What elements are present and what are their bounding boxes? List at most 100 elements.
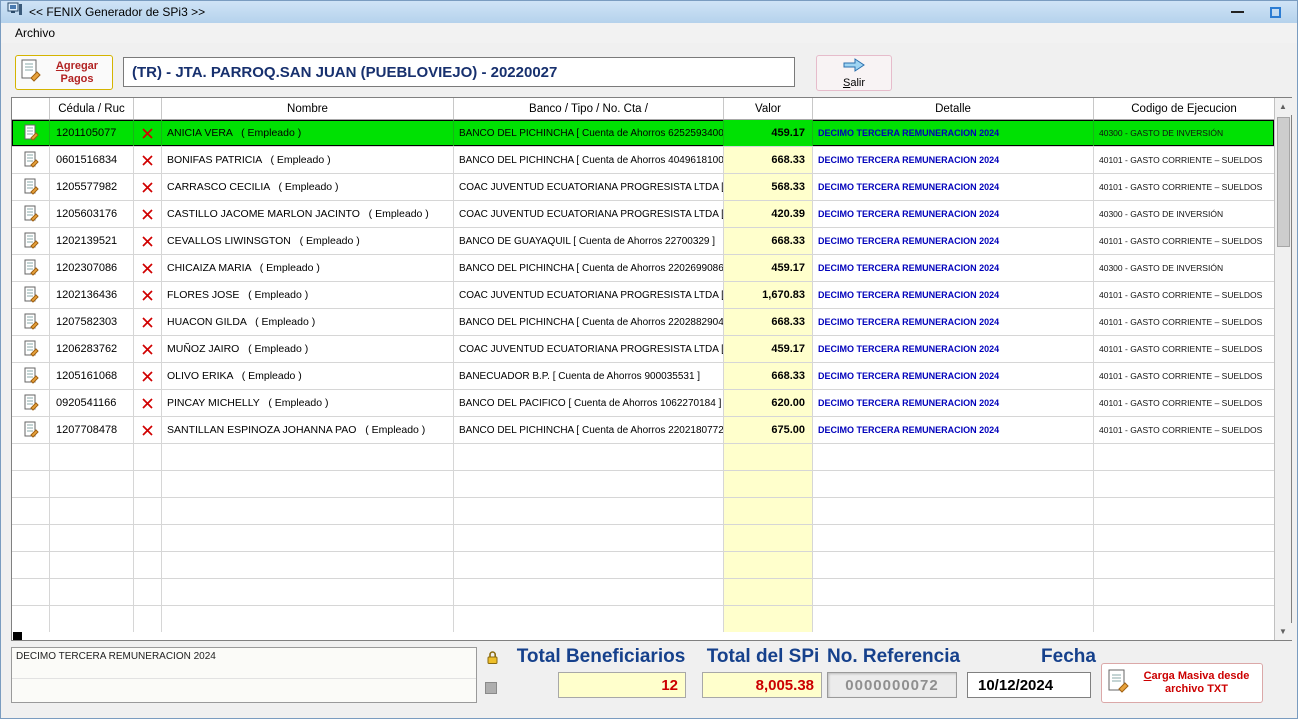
titlebar: << FENIX Generador de SPi3 >>: [1, 1, 1297, 23]
carga-masiva-label: Carga Masiva desde archivo TXT: [1136, 670, 1257, 696]
banco-cell: COAC JUVENTUD ECUATORIANA PROGRESISTA LT…: [454, 201, 724, 227]
delete-row-button[interactable]: [134, 336, 162, 362]
detalle-cell: DECIMO TERCERA REMUNERACION 2024: [813, 228, 1094, 254]
no-referencia-field[interactable]: 0000000072: [827, 672, 957, 698]
delete-row-button[interactable]: [134, 120, 162, 146]
detalle-cell: DECIMO TERCERA REMUNERACION 2024: [813, 417, 1094, 443]
entity-name-field[interactable]: (TR) - JTA. PARROQ.SAN JUAN (PUEBLOVIEJO…: [123, 57, 795, 87]
scrollbar-thumb[interactable]: [1277, 117, 1290, 247]
detalle-notes-box[interactable]: DECIMO TERCERA REMUNERACION 2024: [11, 647, 477, 703]
edit-row-button[interactable]: [12, 255, 50, 281]
delete-row-button[interactable]: [134, 282, 162, 308]
detalle-cell: DECIMO TERCERA REMUNERACION 2024: [813, 201, 1094, 227]
scroll-up-icon[interactable]: ▲: [1275, 98, 1292, 115]
nombre-cell: FLORES JOSE ( Empleado ): [162, 282, 454, 308]
add-payment-icon: [20, 58, 42, 87]
edit-row-button[interactable]: [12, 147, 50, 173]
delete-row-button[interactable]: [134, 255, 162, 281]
edit-row-button[interactable]: [12, 228, 50, 254]
nombre-cell: CASTILLO JACOME MARLON JACINTO ( Emplead…: [162, 201, 454, 227]
delete-row-button[interactable]: [134, 309, 162, 335]
no-referencia-label: No. Referencia: [827, 646, 959, 668]
nombre-cell: CHICAIZA MARIA ( Empleado ): [162, 255, 454, 281]
scroll-down-icon[interactable]: ▼: [1275, 623, 1292, 640]
edit-row-button[interactable]: [12, 309, 50, 335]
cedula-cell: 1207708478: [50, 417, 134, 443]
cedula-cell: 1202136436: [50, 282, 134, 308]
table-row[interactable]: 1202136436 FLORES JOSE ( Empleado ) COAC…: [12, 282, 1274, 309]
vertical-scrollbar[interactable]: ▲ ▼: [1274, 98, 1291, 640]
edit-row-button[interactable]: [12, 390, 50, 416]
nombre-cell: HUACON GILDA ( Empleado ): [162, 309, 454, 335]
banco-cell: BANCO DEL PICHINCHA [ Cuenta de Ahorros …: [454, 255, 724, 281]
table-row[interactable]: 1205603176 CASTILLO JACOME MARLON JACINT…: [12, 201, 1274, 228]
valor-cell: 668.33: [724, 309, 813, 335]
minimize-button[interactable]: [1231, 11, 1244, 13]
empty-table-row: [12, 606, 1274, 633]
total-beneficiarios-label: Total Beneficiarios: [511, 646, 691, 668]
table-row[interactable]: 1202307086 CHICAIZA MARIA ( Empleado ) B…: [12, 255, 1274, 282]
cedula-cell: 1205161068: [50, 363, 134, 389]
nombre-cell: SANTILLAN ESPINOZA JOHANNA PAO ( Emplead…: [162, 417, 454, 443]
banco-cell: COAC JUVENTUD ECUATORIANA PROGRESISTA LT…: [454, 174, 724, 200]
delete-row-button[interactable]: [134, 147, 162, 173]
table-row[interactable]: 1206283762 MUÑOZ JAIRO ( Empleado ) COAC…: [12, 336, 1274, 363]
edit-row-button[interactable]: [12, 363, 50, 389]
delete-row-button[interactable]: [134, 201, 162, 227]
lock-icon[interactable]: [484, 649, 500, 665]
delete-row-button[interactable]: [134, 390, 162, 416]
table-row[interactable]: 1207582303 HUACON GILDA ( Empleado ) BAN…: [12, 309, 1274, 336]
fecha-field[interactable]: 10/12/2024: [967, 672, 1091, 698]
table-row[interactable]: 1205577982 CARRASCO CECILIA ( Empleado )…: [12, 174, 1274, 201]
header-codigo: Codigo de Ejecucion: [1094, 98, 1274, 119]
total-spi-value: 8,005.38: [702, 672, 822, 698]
banco-cell: BANCO DE GUAYAQUIL [ Cuenta de Ahorros 2…: [454, 228, 724, 254]
table-row[interactable]: 0920541166 PINCAY MICHELLY ( Empleado ) …: [12, 390, 1274, 417]
detalle-cell: DECIMO TERCERA REMUNERACION 2024: [813, 282, 1094, 308]
detalle-notes-text: DECIMO TERCERA REMUNERACION 2024: [16, 651, 216, 662]
status-square: [485, 682, 497, 694]
delete-row-button[interactable]: [134, 363, 162, 389]
valor-cell: 1,670.83: [724, 282, 813, 308]
cedula-cell: 1206283762: [50, 336, 134, 362]
codigo-cell: 40300 - GASTO DE INVERSIÓN: [1094, 201, 1274, 227]
toolbar: Agregar Pagos (TR) - JTA. PARROQ.SAN JUA…: [1, 43, 1297, 97]
maximize-button[interactable]: [1270, 7, 1281, 18]
edit-row-button[interactable]: [12, 201, 50, 227]
delete-row-button[interactable]: [134, 417, 162, 443]
table-row[interactable]: 1207708478 SANTILLAN ESPINOZA JOHANNA PA…: [12, 417, 1274, 444]
detalle-cell: DECIMO TERCERA REMUNERACION 2024: [813, 255, 1094, 281]
empty-table-row: [12, 579, 1274, 606]
nombre-cell: OLIVO ERIKA ( Empleado ): [162, 363, 454, 389]
horizontal-scroll-mark: [13, 632, 22, 640]
codigo-cell: 40101 - GASTO CORRIENTE – SUELDOS: [1094, 417, 1274, 443]
edit-row-button[interactable]: [12, 336, 50, 362]
detalle-cell: DECIMO TERCERA REMUNERACION 2024: [813, 336, 1094, 362]
delete-row-button[interactable]: [134, 174, 162, 200]
codigo-cell: 40101 - GASTO CORRIENTE – SUELDOS: [1094, 390, 1274, 416]
edit-row-button[interactable]: [12, 417, 50, 443]
table-row[interactable]: 1205161068 OLIVO ERIKA ( Empleado ) BANE…: [12, 363, 1274, 390]
table-row[interactable]: 0601516834 BONIFAS PATRICIA ( Empleado )…: [12, 147, 1274, 174]
header-edit-col: [12, 98, 50, 119]
carga-masiva-button[interactable]: Carga Masiva desde archivo TXT: [1101, 663, 1263, 703]
edit-row-button[interactable]: [12, 174, 50, 200]
agregar-pagos-button[interactable]: Agregar Pagos: [15, 55, 113, 90]
app-window: << FENIX Generador de SPi3 >> Archivo Ag…: [0, 0, 1298, 719]
menu-archivo[interactable]: Archivo: [9, 24, 61, 42]
detalle-cell: DECIMO TERCERA REMUNERACION 2024: [813, 174, 1094, 200]
nombre-cell: ANICIA VERA ( Empleado ): [162, 120, 454, 146]
codigo-cell: 40101 - GASTO CORRIENTE – SUELDOS: [1094, 147, 1274, 173]
empty-table-row: [12, 552, 1274, 579]
salir-button[interactable]: Salir: [816, 55, 892, 91]
total-spi-label: Total del SPi: [699, 646, 827, 668]
edit-row-button[interactable]: [12, 282, 50, 308]
table-row[interactable]: 1202139521 CEVALLOS LIWINSGTON ( Emplead…: [12, 228, 1274, 255]
delete-row-button[interactable]: [134, 228, 162, 254]
table-row[interactable]: 1201105077 ANICIA VERA ( Empleado ) BANC…: [12, 120, 1274, 147]
cedula-cell: 1202307086: [50, 255, 134, 281]
cedula-cell: 0920541166: [50, 390, 134, 416]
horizontal-scroll-strip[interactable]: [12, 632, 1274, 640]
edit-row-button[interactable]: [12, 120, 50, 146]
banco-cell: BANCO DEL PICHINCHA [ Cuenta de Ahorros …: [454, 417, 724, 443]
